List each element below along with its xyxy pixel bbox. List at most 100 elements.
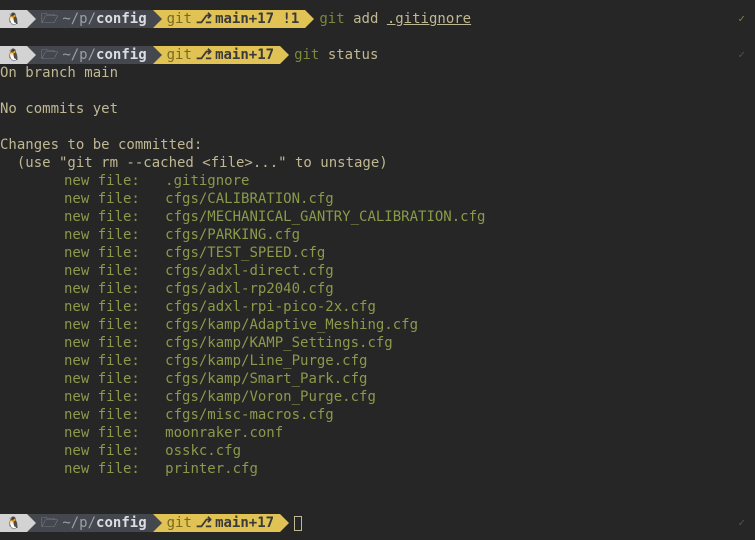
- new-file-label: new file:: [64, 244, 165, 262]
- staged-file-row: new file: cfgs/TEST_SPEED.cfg: [0, 244, 755, 262]
- git-segment: git⎇main +17 !1: [153, 10, 306, 28]
- staged-file-row: new file: cfgs/MECHANICAL_GANTRY_CALIBRA…: [0, 208, 755, 226]
- status-check-icon: ✓: [738, 46, 745, 64]
- staged-file-name: .gitignore: [165, 172, 249, 190]
- git-label: git: [167, 514, 192, 532]
- git-label: git: [167, 10, 192, 28]
- staged-file-row: new file: cfgs/CALIBRATION.cfg: [0, 190, 755, 208]
- staged-file-row: new file: cfgs/adxl-rpi-pico-2x.cfg: [0, 298, 755, 316]
- staged-file-name: cfgs/TEST_SPEED.cfg: [165, 244, 325, 262]
- cmd-bin: git: [319, 11, 344, 27]
- command[interactable]: git add .gitignore: [319, 10, 471, 28]
- output-unstage-hint: (use "git rm --cached <file>..." to unst…: [0, 154, 755, 172]
- linux-icon: 🐧: [6, 10, 21, 28]
- new-file-label: new file:: [64, 352, 165, 370]
- staged-file-name: cfgs/kamp/Smart_Park.cfg: [165, 370, 367, 388]
- folder-icon: 🗁: [41, 46, 58, 64]
- path-current: config: [96, 10, 147, 28]
- folder-icon: 🗁: [41, 514, 58, 532]
- new-file-label: new file:: [64, 370, 165, 388]
- staged-file-list: new file: .gitignorenew file: cfgs/CALIB…: [0, 172, 755, 478]
- new-file-label: new file:: [64, 280, 165, 298]
- git-counters: +17: [249, 46, 274, 64]
- new-file-label: new file:: [64, 388, 165, 406]
- branch-name: main: [215, 10, 249, 28]
- staged-file-row: new file: printer.cfg: [0, 460, 755, 478]
- linux-icon: 🐧: [6, 514, 21, 532]
- status-check-icon: ✓: [738, 514, 745, 532]
- staged-file-row: new file: cfgs/kamp/Line_Purge.cfg: [0, 352, 755, 370]
- command[interactable]: git status: [294, 46, 378, 64]
- output-changes-header: Changes to be committed:: [0, 136, 755, 154]
- staged-file-name: cfgs/adxl-rp2040.cfg: [165, 280, 334, 298]
- staged-file-row: new file: cfgs/kamp/Voron_Purge.cfg: [0, 388, 755, 406]
- os-segment: 🐧: [0, 10, 27, 28]
- folder-icon: 🗁: [41, 10, 58, 28]
- staged-file-row: new file: .gitignore: [0, 172, 755, 190]
- new-file-label: new file:: [64, 334, 165, 352]
- staged-file-name: cfgs/adxl-direct.cfg: [165, 262, 334, 280]
- new-file-label: new file:: [64, 298, 165, 316]
- staged-file-row: new file: cfgs/PARKING.cfg: [0, 226, 755, 244]
- path-prefix: ~/p/: [62, 514, 96, 532]
- new-file-label: new file:: [64, 316, 165, 334]
- linux-icon: 🐧: [6, 46, 21, 64]
- staged-file-name: cfgs/misc-macros.cfg: [165, 406, 334, 424]
- staged-file-name: cfgs/kamp/Line_Purge.cfg: [165, 352, 367, 370]
- cmd-bin: git: [294, 47, 319, 63]
- path-segment: 🗁~/p/config: [27, 46, 153, 64]
- cmd-sub: add: [353, 11, 378, 27]
- staged-file-row: new file: cfgs/adxl-rp2040.cfg: [0, 280, 755, 298]
- branch-icon: ⎇: [196, 10, 212, 28]
- git-segment: git⎇main +17: [153, 46, 280, 64]
- new-file-label: new file:: [64, 190, 165, 208]
- prompt-line-1: 🐧 🗁~/p/config git⎇main +17 !1 git add .g…: [0, 10, 755, 28]
- staged-file-row: new file: osskc.cfg: [0, 442, 755, 460]
- staged-file-row: new file: cfgs/adxl-direct.cfg: [0, 262, 755, 280]
- output-no-commits: No commits yet: [0, 100, 755, 118]
- staged-file-name: osskc.cfg: [165, 442, 241, 460]
- branch-icon: ⎇: [196, 46, 212, 64]
- os-segment: 🐧: [0, 514, 27, 532]
- staged-file-name: cfgs/adxl-rpi-pico-2x.cfg: [165, 298, 376, 316]
- staged-file-name: cfgs/kamp/Adaptive_Meshing.cfg: [165, 316, 418, 334]
- path-current: config: [96, 46, 147, 64]
- cursor[interactable]: [294, 516, 302, 531]
- branch-icon: ⎇: [196, 514, 212, 532]
- new-file-label: new file:: [64, 172, 165, 190]
- path-segment: 🗁~/p/config: [27, 514, 153, 532]
- staged-file-row: new file: cfgs/kamp/KAMP_Settings.cfg: [0, 334, 755, 352]
- prompt-line-3: 🐧 🗁~/p/config git⎇main +17 ✓: [0, 514, 755, 532]
- status-check-icon: ✓: [738, 10, 745, 28]
- new-file-label: new file:: [64, 424, 165, 442]
- new-file-label: new file:: [64, 262, 165, 280]
- git-segment: git⎇main +17: [153, 514, 280, 532]
- git-label: git: [167, 46, 192, 64]
- cmd-arg: .gitignore: [387, 11, 471, 27]
- staged-file-name: cfgs/MECHANICAL_GANTRY_CALIBRATION.cfg: [165, 208, 485, 226]
- new-file-label: new file:: [64, 460, 165, 478]
- branch-name: main: [215, 46, 249, 64]
- new-file-label: new file:: [64, 226, 165, 244]
- path-current: config: [96, 514, 147, 532]
- staged-file-row: new file: moonraker.conf: [0, 424, 755, 442]
- staged-file-row: new file: cfgs/misc-macros.cfg: [0, 406, 755, 424]
- cmd-sub: status: [328, 47, 379, 63]
- os-segment: 🐧: [0, 46, 27, 64]
- prompt-line-2: 🐧 🗁~/p/config git⎇main +17 git status ✓: [0, 46, 755, 64]
- staged-file-name: cfgs/PARKING.cfg: [165, 226, 300, 244]
- staged-file-name: cfgs/CALIBRATION.cfg: [165, 190, 334, 208]
- path-segment: 🗁~/p/config: [27, 10, 153, 28]
- staged-file-name: printer.cfg: [165, 460, 258, 478]
- staged-file-name: cfgs/kamp/Voron_Purge.cfg: [165, 388, 376, 406]
- output-branch: On branch main: [0, 64, 755, 82]
- new-file-label: new file:: [64, 406, 165, 424]
- staged-file-name: cfgs/kamp/KAMP_Settings.cfg: [165, 334, 393, 352]
- branch-name: main: [215, 514, 249, 532]
- new-file-label: new file:: [64, 208, 165, 226]
- staged-file-row: new file: cfgs/kamp/Smart_Park.cfg: [0, 370, 755, 388]
- git-counters: +17 !1: [249, 10, 300, 28]
- path-prefix: ~/p/: [62, 46, 96, 64]
- git-counters: +17: [249, 514, 274, 532]
- new-file-label: new file:: [64, 442, 165, 460]
